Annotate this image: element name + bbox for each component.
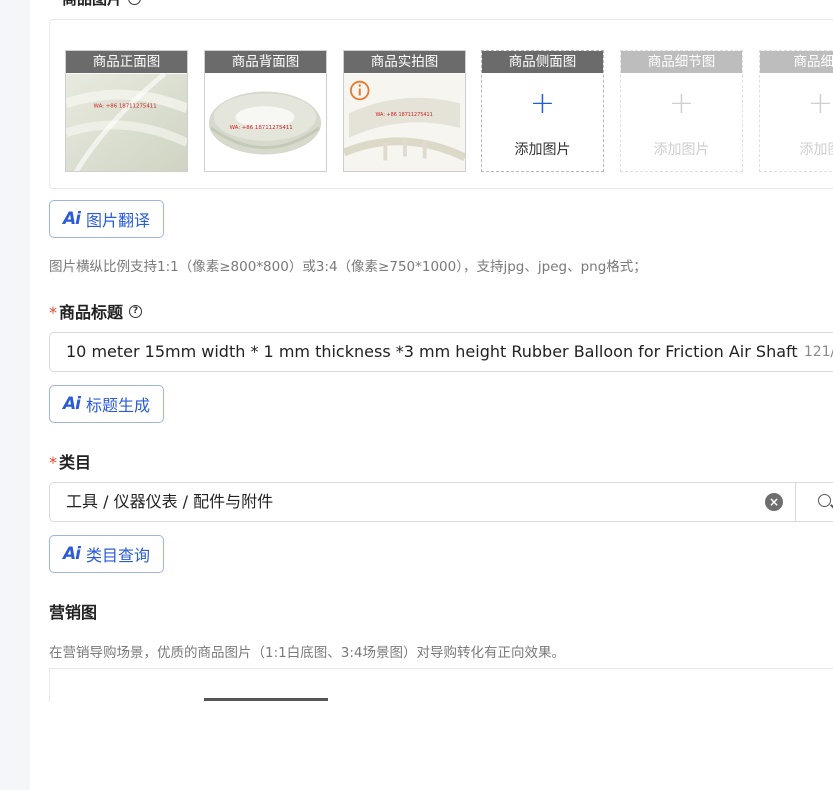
photo-watermark: WA: +86 18711275411 <box>94 103 157 109</box>
search-icon[interactable] <box>818 494 831 507</box>
category-query-button[interactable]: Ai 类目查询 <box>49 535 164 573</box>
image-slot-real[interactable]: 商品实拍图 WA: +86 18711275411 <box>343 50 466 172</box>
category-input[interactable]: 工具 / 仪器仪表 / 配件与附件 × <box>49 482 833 522</box>
plus-icon: + <box>668 86 695 121</box>
help-icon[interactable]: ? <box>128 0 142 5</box>
photo-watermark: WA: +86 18711275411 <box>375 112 432 118</box>
image-slot-detail: 商品细节图 + 添加图片 <box>620 50 743 172</box>
ai-icon: Ai <box>63 544 81 564</box>
plus-icon: + <box>807 86 833 121</box>
photo-watermark: WA: +86 18711275411 <box>230 125 293 131</box>
image-slot-back[interactable]: 商品背面图 WA: +86 18711275411 <box>204 50 327 172</box>
product-photo-real: WA: +86 18711275411 <box>344 73 465 171</box>
image-format-hint: 图片横纵比例支持1:1（像素≥800*800）或3:4（像素≥750*1000）… <box>49 259 647 275</box>
clear-icon[interactable]: × <box>765 493 783 511</box>
help-icon[interactable]: ? <box>129 304 143 318</box>
category-label: * 类目 <box>49 453 92 472</box>
marketing-image-slot[interactable] <box>204 698 328 701</box>
title-label: * 商品标题 ? <box>49 299 143 323</box>
images-section-title: 商品图片 ? <box>62 0 142 9</box>
divider <box>795 483 796 521</box>
image-slot-front[interactable]: 商品正面图 WA: +86 18711275411 <box>65 50 188 172</box>
product-form-panel: 商品图片 ? 商品正面图 WA: +86 18711275411 商品背面图 <box>30 0 833 790</box>
image-upload-area: 商品正面图 WA: +86 18711275411 商品背面图 WA: +86 … <box>49 19 833 189</box>
bottom-overlay <box>30 702 833 790</box>
plus-icon: + <box>529 86 556 121</box>
image-translate-button[interactable]: Ai 图片翻译 <box>49 200 164 238</box>
image-slot-detail-2: 商品细节 + 添加图 <box>759 50 833 172</box>
marketing-label: 营销图 <box>49 603 98 622</box>
product-photo-back: WA: +86 18711275411 <box>205 73 326 171</box>
image-slot-side[interactable]: 商品侧面图 + 添加图片 <box>481 50 604 172</box>
title-generate-button[interactable]: Ai 标题生成 <box>49 385 164 423</box>
ai-icon: Ai <box>63 394 81 414</box>
title-input[interactable]: 10 meter 15mm width * 1 mm thickness *3 … <box>49 332 833 372</box>
marketing-hint: 在营销导购场景，优质的商品图片（1:1白底图、3:4场景图）对导购转化有正向效果… <box>49 645 565 661</box>
title-char-counter: 121/128 <box>803 344 833 360</box>
product-photo-front: WA: +86 18711275411 <box>66 73 187 171</box>
ai-icon: Ai <box>63 209 81 229</box>
